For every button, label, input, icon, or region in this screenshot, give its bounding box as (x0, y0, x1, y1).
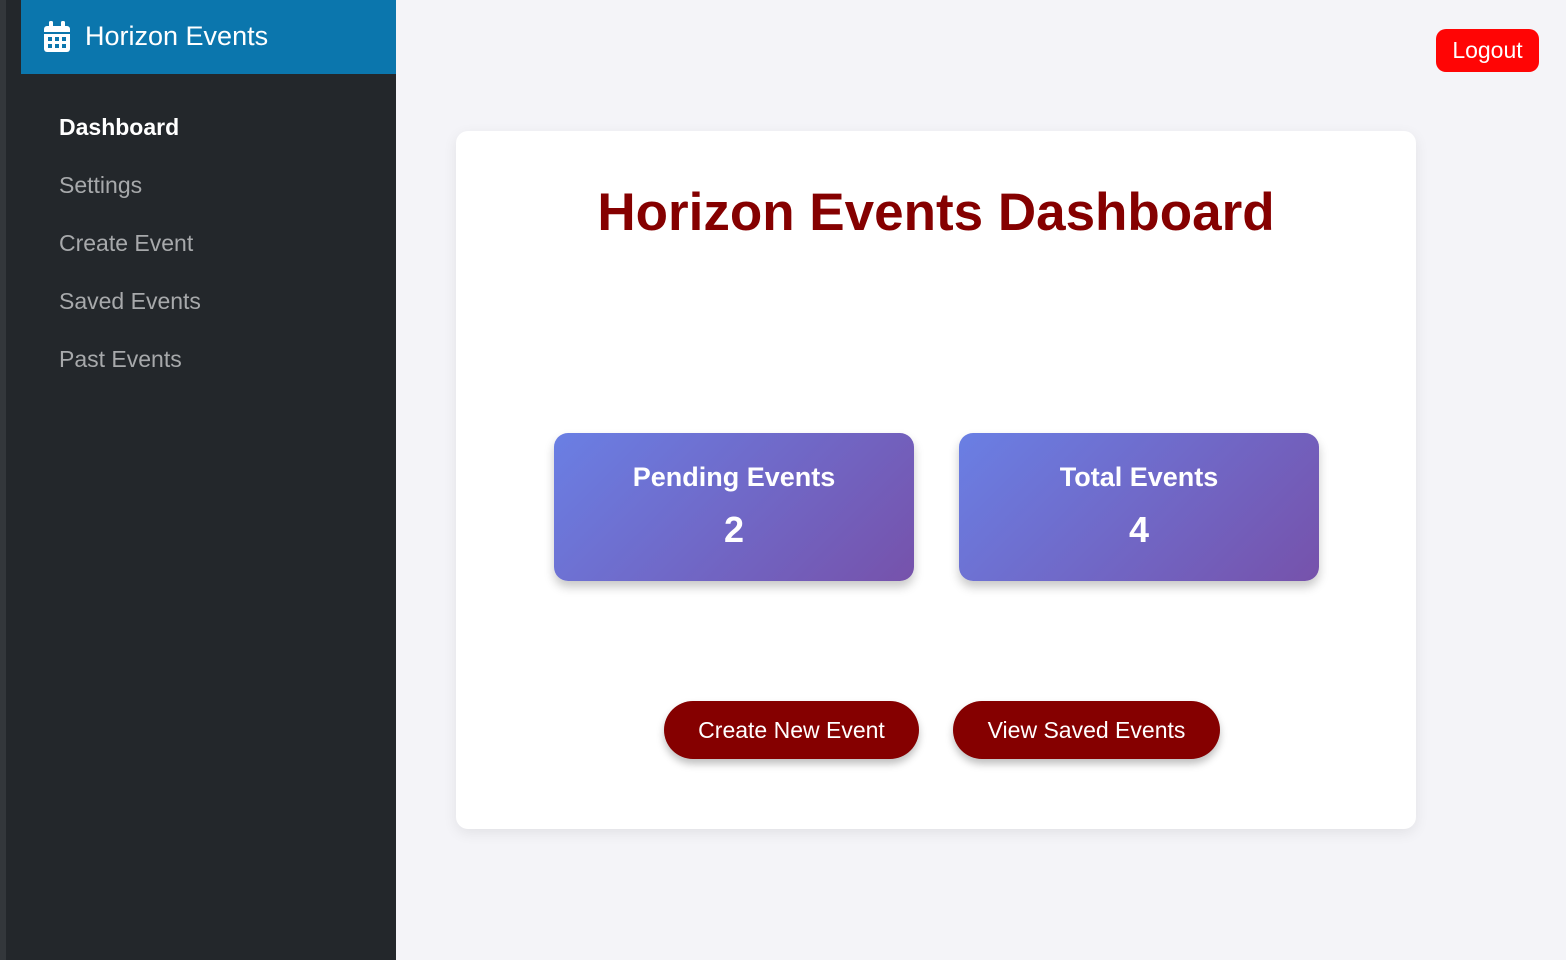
create-new-event-button[interactable]: Create New Event (664, 701, 919, 759)
page-title: Horizon Events Dashboard (597, 183, 1275, 242)
stat-label: Pending Events (632, 462, 836, 492)
pending-events-card: Pending Events 2 (554, 433, 914, 581)
stat-label: Total Events (1059, 462, 1219, 492)
sidebar-item-past-events[interactable]: Past Events (59, 342, 201, 400)
total-events-card: Total Events 4 (959, 433, 1319, 581)
stat-value: 4 (1128, 509, 1150, 550)
dashboard-card: Horizon Events Dashboard Pending Events … (456, 131, 1416, 829)
view-saved-events-button[interactable]: View Saved Events (953, 701, 1220, 759)
sidebar: Horizon Events Dashboard Settings Create… (0, 0, 396, 960)
brand-title: Horizon Events (85, 21, 269, 51)
sidebar-nav: Dashboard Settings Create Event Saved Ev… (59, 110, 201, 400)
sidebar-item-dashboard[interactable]: Dashboard (59, 110, 201, 168)
sidebar-item-create-event[interactable]: Create Event (59, 226, 201, 284)
sidebar-edge (0, 0, 6, 960)
stat-value: 2 (723, 509, 745, 550)
sidebar-item-saved-events[interactable]: Saved Events (59, 284, 201, 342)
calendar-icon (44, 21, 70, 52)
sidebar-brand[interactable]: Horizon Events (21, 0, 396, 74)
sidebar-item-settings[interactable]: Settings (59, 168, 201, 226)
logout-button[interactable]: Logout (1436, 29, 1539, 72)
